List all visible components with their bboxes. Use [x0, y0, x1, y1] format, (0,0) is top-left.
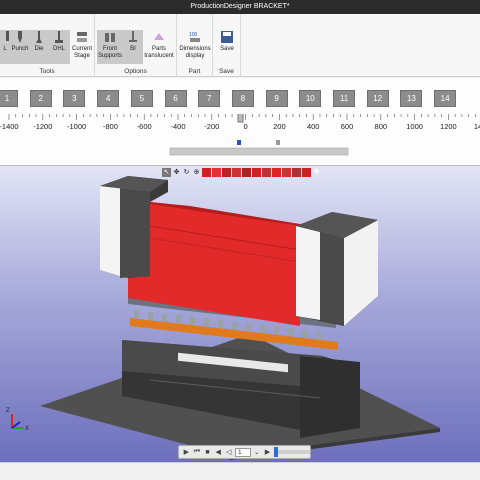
l-button-label: L — [3, 46, 7, 52]
range-scrollbar[interactable] — [169, 147, 349, 156]
front-supports-label: Front Supports — [97, 46, 122, 59]
ruler-label: -200 — [204, 122, 219, 131]
ruler-label: -400 — [170, 122, 185, 131]
bi-button[interactable]: BI — [123, 30, 143, 64]
ruler-label: 1200 — [440, 122, 457, 131]
dimensions-display-button[interactable]: 100 Dimensions display — [179, 30, 211, 64]
dimensions-icon: 100 — [188, 30, 202, 44]
dhl-button[interactable]: DHL — [48, 30, 70, 64]
save-group: Save Save — [213, 14, 241, 77]
l-button[interactable]: L — [0, 30, 10, 64]
press-brake-scene: Z X — [6, 176, 440, 460]
station-button-3[interactable]: 3 — [63, 90, 86, 107]
stop-icon[interactable]: ■ — [203, 449, 212, 456]
ruler-label: 200 — [273, 122, 286, 131]
first-stage-icon[interactable]: ⏮ — [193, 448, 202, 456]
ruler-label: 600 — [341, 122, 354, 131]
svg-text:X: X — [25, 426, 29, 432]
ruler-label: 1400 — [474, 122, 480, 131]
play-icon[interactable]: ▶ — [182, 448, 191, 456]
stage-navigator: ▶ ⏮ ■ ◀ ◁ 1 ⌄ ▶ — [178, 445, 311, 459]
dhl-icon — [52, 30, 66, 44]
range-start-handle[interactable] — [237, 140, 241, 145]
die-icon — [32, 30, 46, 44]
front-supports-icon — [103, 30, 117, 44]
die-button[interactable]: Die — [30, 30, 48, 64]
station-button-11[interactable]: 11 — [333, 90, 355, 107]
stage-slider-thumb[interactable] — [273, 447, 278, 457]
station-row: 1 2 3 4 5 6 7 8 9 10 11 12 13 14 — [0, 90, 480, 108]
part-group-title: Part — [188, 68, 201, 75]
parts-translucent-icon — [152, 30, 166, 44]
station-button-5[interactable]: 5 — [130, 90, 153, 107]
chevron-down-icon[interactable]: ⌄ — [253, 448, 262, 456]
ruler-position-marker[interactable] — [237, 114, 244, 123]
current-stage-icon — [75, 30, 89, 44]
station-button-8[interactable]: 8 — [231, 90, 254, 107]
tool-station-panel: 1 2 3 4 5 6 7 8 9 10 11 12 13 14 -1400 -1200 -1000 -800-… — [0, 78, 480, 166]
ruler-label: -1200 — [33, 122, 52, 131]
punch-button[interactable]: Punch — [10, 30, 30, 64]
axes-icon: Z X — [6, 408, 29, 432]
front-supports-button[interactable]: Front Supports — [97, 30, 123, 64]
ruler-label: -1400 — [0, 122, 19, 131]
svg-text:Z: Z — [6, 408, 10, 414]
ruler-label: 800 — [375, 122, 388, 131]
window-title: ProductionDesigner BRACKET* — [190, 3, 290, 10]
part-group: 100 Dimensions display Part — [177, 14, 213, 77]
window-title-bar: ProductionDesigner BRACKET* — [0, 0, 480, 14]
die-button-label: Die — [34, 46, 44, 52]
tools-group: L Punch Die DHL Current Stage Tools — [0, 14, 95, 77]
station-button-4[interactable]: 4 — [97, 90, 120, 107]
position-ruler[interactable]: -1400 -1200 -1000 -800 -600 -400 -200 0 200 400 60… — [0, 114, 480, 166]
station-button-6[interactable]: 6 — [164, 90, 187, 107]
station-button-12[interactable]: 12 — [366, 90, 389, 107]
options-group-title: Options — [124, 68, 147, 75]
ruler-label: -1000 — [67, 122, 86, 131]
parts-translucent-label: Parts translucent — [144, 46, 174, 59]
station-button-1[interactable]: 1 — [0, 90, 18, 107]
station-button-14[interactable]: 14 — [434, 90, 457, 107]
ruler-label: 1000 — [406, 122, 423, 131]
station-button-13[interactable]: 13 — [400, 90, 423, 107]
ribbon: L Punch Die DHL Current Stage Tools Fron… — [0, 14, 480, 77]
stage-slider[interactable] — [273, 447, 311, 457]
ruler-label: -800 — [103, 122, 118, 131]
save-button[interactable]: Save — [216, 30, 238, 64]
step-back-icon[interactable]: ◁ — [224, 448, 233, 456]
station-button-2[interactable]: 2 — [29, 90, 52, 107]
tools-group-title: Tools — [39, 68, 55, 75]
floppy-disk-icon — [220, 30, 234, 44]
bi-label: BI — [130, 46, 136, 52]
current-stage-button[interactable]: Current Stage — [70, 30, 94, 64]
stage-select[interactable]: 1 — [235, 447, 251, 457]
prev-stage-icon[interactable]: ◀ — [214, 448, 223, 456]
status-bar — [0, 462, 480, 480]
save-group-title: Save — [219, 68, 234, 75]
punch-button-label: Punch — [11, 46, 29, 52]
station-button-10[interactable]: 10 — [299, 90, 322, 107]
parts-translucent-button[interactable]: Parts translucent — [143, 30, 175, 64]
save-button-label: Save — [220, 46, 234, 52]
options-group: Front Supports BI Parts translucent Opti… — [95, 14, 177, 77]
station-button-9[interactable]: 9 — [265, 90, 288, 107]
ruler-label: -600 — [137, 122, 152, 131]
svg-text:100: 100 — [189, 32, 198, 38]
dimensions-display-label: Dimensions display — [179, 46, 211, 59]
current-stage-label: Current Stage — [71, 46, 92, 59]
station-button-7[interactable]: 7 — [198, 90, 221, 107]
bi-icon — [126, 30, 140, 44]
3d-viewport[interactable]: ↖ ✥ ↻ ⊕ ✚ Z X — [0, 166, 480, 462]
ruler-label: 0 — [244, 122, 248, 131]
ruler-label: 400 — [307, 122, 320, 131]
range-end-handle[interactable] — [276, 140, 280, 145]
next-stage-icon[interactable]: ▶ — [263, 448, 272, 456]
dhl-button-label: DHL — [52, 46, 65, 52]
punch-icon — [13, 30, 27, 44]
